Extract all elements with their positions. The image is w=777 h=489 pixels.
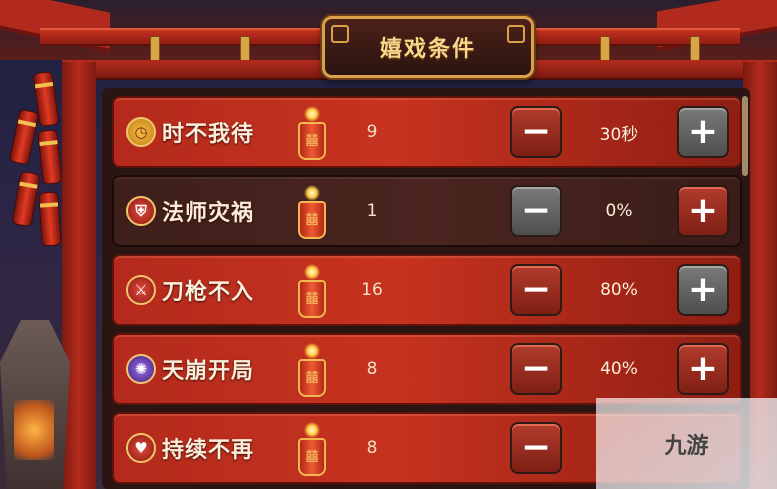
firecracker-count: 8: [366, 438, 378, 458]
condition-label: 刀枪不入: [162, 280, 255, 305]
shield-icon: ⛨: [126, 196, 156, 226]
lantern-glow: [14, 400, 54, 460]
firecracker-count: 1: [366, 201, 378, 221]
condition-row: ✺ 天崩开局 8 − 40% +: [112, 333, 742, 405]
condition-row: ⚔ 刀枪不入 16 − 80% +: [112, 254, 742, 326]
condition-value: 40%: [600, 359, 638, 379]
page-title: 嬉戏条件: [379, 37, 476, 62]
decrease-button[interactable]: −: [510, 106, 562, 158]
sword-icon: ⚔: [126, 275, 156, 305]
scrollbar[interactable]: [742, 96, 748, 176]
firecracker-icon: [294, 106, 330, 162]
condition-value: 0%: [605, 201, 633, 221]
firecracker-icon: [294, 185, 330, 241]
firecracker-count: 8: [366, 359, 378, 379]
firecracker-string-decoration: [8, 70, 70, 252]
increase-button[interactable]: +: [677, 106, 729, 158]
condition-label: 持续不再: [162, 438, 255, 463]
title-plaque: 嬉戏条件: [322, 16, 534, 78]
condition-value: 30秒: [599, 124, 639, 145]
firecracker-icon: [294, 422, 330, 478]
firecracker-icon: [294, 343, 330, 399]
clock-icon: ◷: [126, 117, 156, 147]
condition-row: ⛨ 法师灾祸 1 − 0% +: [112, 175, 742, 247]
firecracker-icon: [294, 264, 330, 320]
increase-button[interactable]: +: [677, 264, 729, 316]
watermark-logo: 九游: [596, 398, 777, 489]
decrease-button[interactable]: −: [510, 422, 562, 474]
condition-row: ◷ 时不我待 9 − 30秒 +: [112, 96, 742, 168]
burst-icon: ✺: [126, 354, 156, 384]
increase-button[interactable]: +: [677, 343, 729, 395]
heart-icon: ♥: [126, 433, 156, 463]
firecracker-count: 16: [361, 280, 383, 300]
decrease-button[interactable]: −: [510, 185, 562, 237]
increase-button[interactable]: +: [677, 185, 729, 237]
decrease-button[interactable]: −: [510, 264, 562, 316]
condition-label: 天崩开局: [162, 359, 255, 384]
firecracker-count: 9: [366, 122, 378, 142]
condition-label: 法师灾祸: [162, 201, 255, 226]
condition-value: 80%: [600, 280, 638, 300]
decrease-button[interactable]: −: [510, 343, 562, 395]
condition-label: 时不我待: [162, 122, 255, 147]
